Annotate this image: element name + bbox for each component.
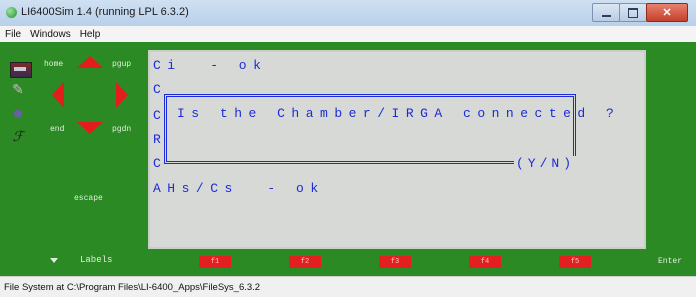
instrument-screen: Ci - ok C C R C AHs/Cs - ok Is the Chamb… — [148, 50, 646, 249]
keyboard-icon[interactable] — [10, 62, 32, 78]
window-title: LI6400Sim 1.4 (running LPL 6.3.2) — [21, 6, 189, 18]
minimize-icon — [601, 14, 611, 17]
f5-key[interactable]: f5 — [559, 256, 591, 268]
end-key[interactable]: end — [50, 125, 64, 134]
escape-key[interactable]: escape — [74, 194, 103, 203]
confirm-dialog: Is the Chamber/IRGA connected ? (Y/N) — [164, 94, 614, 171]
f4-key[interactable]: f4 — [469, 256, 501, 268]
close-icon: ✕ — [662, 7, 672, 19]
arrow-left-icon[interactable] — [52, 82, 64, 108]
arrow-right-icon[interactable] — [116, 82, 128, 108]
arrow-up-icon[interactable] — [77, 56, 103, 68]
arrow-down-icon[interactable] — [77, 122, 103, 134]
menu-help[interactable]: Help — [80, 29, 101, 40]
menu-windows[interactable]: Windows — [30, 29, 71, 40]
status-bar: File System at C:\Program Files\LI-6400_… — [0, 276, 696, 297]
pgdn-key[interactable]: pgdn — [112, 125, 131, 134]
person-icon[interactable]: ☻ — [8, 104, 28, 122]
screen-line-6: AHs/Cs - ok — [153, 181, 325, 196]
title-bar: LI6400Sim 1.4 (running LPL 6.3.2) ✕ — [0, 0, 696, 27]
status-text: File System at C:\Program Files\LI-6400_… — [4, 281, 261, 293]
tool-strip: ✎ ☻ ℱ — [5, 52, 32, 162]
menu-file[interactable]: File — [5, 29, 21, 40]
screen-line-1: Ci - ok — [153, 58, 268, 73]
labels-label: Labels — [80, 255, 113, 265]
window-controls: ✕ — [592, 3, 688, 22]
f3-key[interactable]: f3 — [379, 256, 411, 268]
app-icon — [6, 7, 17, 18]
instrument-panel: ✎ ☻ ℱ home pgup end pgdn escape Ci - ok … — [0, 42, 696, 276]
dialog-choice: (Y/N) — [513, 156, 577, 171]
menu-bar: File Windows Help — [0, 26, 696, 42]
app-window: LI6400Sim 1.4 (running LPL 6.3.2) ✕ File… — [0, 0, 696, 297]
home-key[interactable]: home — [44, 60, 63, 69]
dialog-question: Is the Chamber/IRGA connected ? — [177, 106, 621, 121]
chevron-down-icon — [50, 257, 58, 263]
signature-icon[interactable]: ℱ — [8, 128, 28, 146]
f1-key[interactable]: f1 — [199, 256, 231, 268]
maximize-icon — [628, 7, 638, 18]
enter-key[interactable]: Enter — [658, 257, 682, 266]
wand-icon[interactable]: ✎ — [8, 80, 28, 98]
pgup-key[interactable]: pgup — [112, 60, 131, 69]
minimize-button[interactable] — [592, 3, 620, 22]
close-button[interactable]: ✕ — [646, 3, 688, 22]
f2-key[interactable]: f2 — [289, 256, 321, 268]
labels-button[interactable]: Labels — [50, 255, 112, 265]
maximize-button[interactable] — [619, 3, 647, 22]
